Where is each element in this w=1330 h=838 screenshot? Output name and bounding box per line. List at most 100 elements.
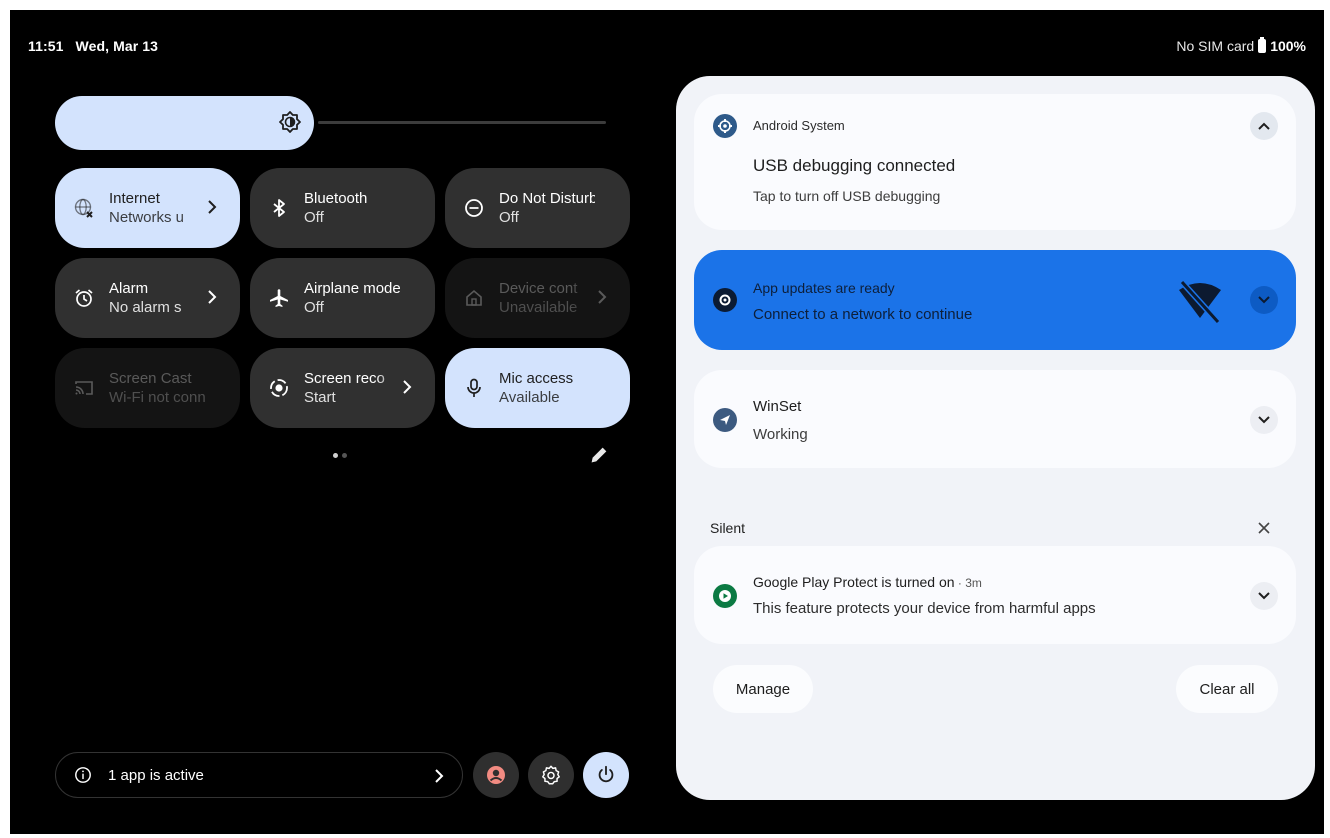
- page-indicator: [333, 453, 347, 458]
- tile-status: No alarm s: [109, 299, 182, 316]
- brightness-slider[interactable]: [55, 96, 606, 150]
- power-button[interactable]: [583, 752, 629, 798]
- manage-button[interactable]: Manage: [713, 665, 813, 713]
- record-icon: [268, 377, 290, 399]
- tile-label: Alarm: [109, 280, 149, 297]
- brightness-icon: [279, 111, 301, 133]
- status-date: Wed, Mar 13: [75, 38, 159, 54]
- android-system-icon: [713, 114, 737, 138]
- dnd-icon: [463, 197, 485, 219]
- wifi-off-icon: [1179, 279, 1221, 324]
- battery-percent: 100%: [1270, 38, 1306, 54]
- edit-pencil-icon[interactable]: [588, 444, 610, 466]
- play-store-settings-icon: [713, 288, 737, 312]
- tile-alarm[interactable]: Alarm No alarm s: [55, 258, 240, 338]
- chevron-right-icon: [208, 290, 217, 304]
- status-time: 11:51: [28, 38, 64, 54]
- screen: 11:51 Wed, Mar 13 No SIM card 100% Inter…: [10, 10, 1324, 834]
- navigation-arrow-icon: [713, 408, 737, 432]
- status-indicators: No SIM card 100%: [1176, 37, 1306, 54]
- tile-internet[interactable]: Internet Networks u: [55, 168, 240, 248]
- silent-section-header: Silent: [710, 520, 746, 536]
- tile-status: Available: [499, 389, 560, 406]
- bluetooth-icon: [268, 197, 290, 219]
- clear-all-button[interactable]: Clear all: [1176, 665, 1278, 713]
- info-icon: [75, 767, 91, 783]
- chevron-down-icon: [1258, 592, 1270, 600]
- tile-label: Device cont: [499, 280, 578, 297]
- chevron-right-icon: [208, 200, 217, 214]
- tile-mic-access[interactable]: Mic access Available: [445, 348, 630, 428]
- notification-app-updates[interactable]: App updates are ready Connect to a netwo…: [694, 250, 1296, 350]
- collapse-button[interactable]: [1250, 112, 1278, 140]
- expand-button[interactable]: [1250, 406, 1278, 434]
- notification-body: Tap to turn off USB debugging: [753, 188, 941, 204]
- tile-screen-cast[interactable]: Screen Cast Wi-Fi not conn: [55, 348, 240, 428]
- notification-usb-debugging[interactable]: Android System USB debugging connected T…: [694, 94, 1296, 230]
- settings-button[interactable]: [528, 752, 574, 798]
- tile-status: Start: [304, 389, 336, 406]
- notification-title: Google Play Protect is turned on: [753, 574, 955, 590]
- chevron-right-icon: [435, 769, 444, 783]
- airplane-icon: [268, 287, 290, 309]
- notification-app-name: Android System: [753, 118, 845, 133]
- chevron-right-icon: [598, 290, 607, 304]
- status-clock: 11:51 Wed, Mar 13: [28, 38, 158, 54]
- notification-time: · 3m: [954, 576, 982, 590]
- page-dot-active: [333, 453, 338, 458]
- tile-label: Airplane mode: [304, 280, 400, 297]
- globe-x-icon: [73, 197, 95, 219]
- tile-status: Off: [499, 209, 519, 226]
- active-apps-button[interactable]: 1 app is active: [55, 752, 463, 798]
- active-apps-label: 1 app is active: [108, 766, 204, 784]
- notification-title: App updates are ready: [753, 280, 895, 296]
- tile-label: Bluetooth: [304, 190, 368, 207]
- tile-status: Off: [304, 299, 324, 316]
- notification-body: Working: [753, 426, 808, 443]
- tile-label: Do Not Disturb: [499, 190, 595, 207]
- tile-label: Internet: [109, 190, 160, 207]
- tile-airplane-mode[interactable]: Airplane mode Off: [250, 258, 435, 338]
- mic-icon: [463, 377, 485, 399]
- expand-button[interactable]: [1250, 286, 1278, 314]
- tile-label: Screen Cast: [109, 370, 192, 387]
- user-icon: [487, 766, 505, 784]
- notification-title: USB debugging connected: [753, 156, 956, 175]
- brightness-fill: [55, 96, 314, 150]
- chevron-down-icon: [1258, 296, 1270, 304]
- play-protect-icon: [713, 584, 737, 608]
- brightness-track: [318, 121, 606, 124]
- chevron-right-icon: [403, 380, 412, 394]
- notification-panel: Android System USB debugging connected T…: [676, 76, 1315, 800]
- tile-screen-reco[interactable]: Screen reco Start: [250, 348, 435, 428]
- page-dot: [342, 453, 347, 458]
- chevron-down-icon: [1258, 416, 1270, 424]
- close-icon[interactable]: [1257, 521, 1271, 535]
- tile-label: Screen reco: [304, 370, 385, 387]
- notification-title: WinSet: [753, 398, 802, 415]
- tile-status: Networks u: [109, 209, 185, 226]
- expand-button[interactable]: [1250, 582, 1278, 610]
- alarm-icon: [73, 287, 95, 309]
- tile-status: Unavailable: [499, 299, 578, 316]
- chevron-up-icon: [1258, 122, 1270, 130]
- tile-status: Off: [304, 209, 324, 226]
- home-icon: [463, 287, 485, 309]
- gear-icon: [542, 765, 560, 785]
- tile-status: Wi-Fi not conn: [109, 389, 205, 406]
- notification-winset[interactable]: WinSet Working: [694, 370, 1296, 468]
- tile-label: Mic access: [499, 370, 574, 387]
- switch-user-button[interactable]: [473, 752, 519, 798]
- sim-status: No SIM card: [1176, 38, 1255, 54]
- quick-settings-grid: Internet Networks u Bluetooth Off Do Not Dis…: [55, 168, 630, 428]
- tile-do-not-disturb[interactable]: Do Not Disturb Off: [445, 168, 630, 248]
- notification-body: This feature protects your device from h…: [753, 600, 1096, 617]
- tile-device-cont[interactable]: Device cont Unavailable: [445, 258, 630, 338]
- power-icon: [598, 765, 614, 783]
- battery-icon: [1258, 37, 1267, 53]
- notification-play-protect[interactable]: Google Play Protect is turned on · 3m Th…: [694, 546, 1296, 644]
- notification-title-line: Google Play Protect is turned on · 3m: [753, 574, 982, 590]
- notification-body: Connect to a network to continue: [753, 306, 973, 323]
- tile-bluetooth[interactable]: Bluetooth Off: [250, 168, 435, 248]
- cast-icon: [73, 377, 95, 399]
